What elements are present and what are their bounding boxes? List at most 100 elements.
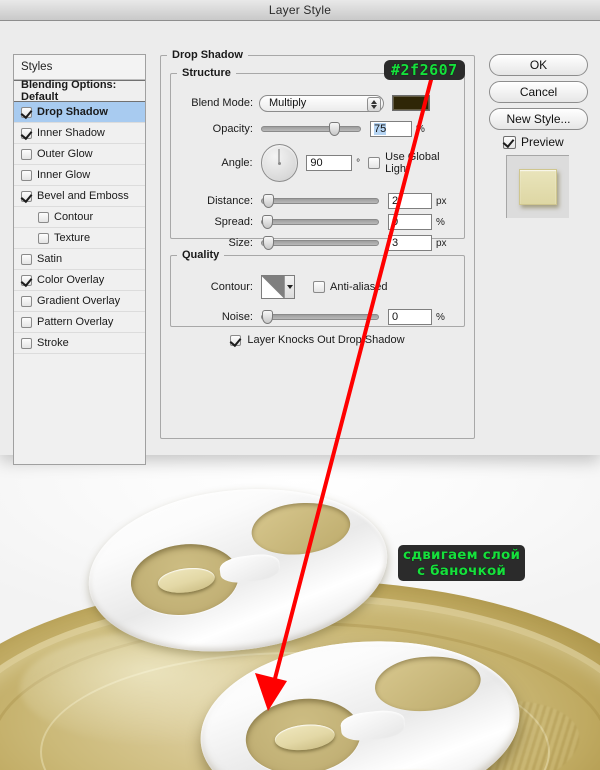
use-global-light-row[interactable]: Use Global Light xyxy=(368,151,466,175)
styles-item-checkbox[interactable] xyxy=(21,106,32,118)
size-slider-knob[interactable] xyxy=(263,236,275,250)
use-global-light-checkbox[interactable] xyxy=(368,157,381,169)
contour-preset-picker[interactable] xyxy=(261,275,295,299)
layer-knocks-out-row[interactable]: Layer Knocks Out Drop Shadow xyxy=(170,334,465,346)
styles-item-checkbox[interactable] xyxy=(38,232,49,244)
spread-slider[interactable] xyxy=(261,215,379,229)
styles-item-checkbox[interactable] xyxy=(21,169,32,181)
distance-slider[interactable] xyxy=(261,194,379,208)
ok-button[interactable]: OK xyxy=(489,54,588,76)
contour-curve-preview xyxy=(262,276,284,298)
styles-item-color-overlay[interactable]: Color Overlay xyxy=(14,270,145,291)
styles-item-checkbox[interactable] xyxy=(21,253,32,265)
use-global-light-label: Use Global Light xyxy=(385,151,440,175)
drop-shadow-settings-panel: Drop Shadow Structure Blend Mode: Multip… xyxy=(160,49,475,465)
structure-group-label: Structure xyxy=(182,67,231,79)
layer-knocks-out-checkbox[interactable] xyxy=(230,334,242,346)
preview-toggle-row[interactable]: Preview xyxy=(503,135,589,149)
layer-style-dialog: Layer Style Styles Blending Options: Def… xyxy=(0,0,600,465)
caption-line-1: сдвигаем слой xyxy=(403,547,521,563)
photo-area xyxy=(0,452,600,770)
styles-item-drop-shadow[interactable]: Drop Shadow xyxy=(14,102,145,123)
styles-item-checkbox[interactable] xyxy=(21,190,32,202)
styles-item-label: Pattern Overlay xyxy=(37,316,114,328)
new-style-button[interactable]: New Style... xyxy=(489,108,588,130)
layer-knocks-out-label: Layer Knocks Out Drop Shadow xyxy=(247,334,405,346)
opacity-slider[interactable] xyxy=(261,122,361,136)
styles-list-panel: Styles Blending Options: Default Drop Sh… xyxy=(13,54,146,465)
styles-item-checkbox[interactable] xyxy=(21,316,32,328)
size-slider[interactable] xyxy=(261,236,379,250)
noise-slider-knob[interactable] xyxy=(262,310,273,324)
styles-panel-header: Styles xyxy=(14,55,145,80)
styles-item-checkbox[interactable] xyxy=(21,295,32,307)
anti-aliased-checkbox[interactable] xyxy=(313,281,325,293)
angle-unit: ° xyxy=(356,157,361,169)
angle-input[interactable]: 90 xyxy=(306,155,353,171)
contour-label: Contour: xyxy=(210,281,253,293)
blending-options-row[interactable]: Blending Options: Default xyxy=(14,79,145,103)
angle-dial-hub xyxy=(277,161,281,165)
styles-item-checkbox[interactable] xyxy=(38,211,49,223)
cancel-button[interactable]: Cancel xyxy=(489,81,588,103)
styles-item-label: Satin xyxy=(37,253,63,265)
styles-item-checkbox[interactable] xyxy=(21,127,32,139)
angle-label: Angle: xyxy=(221,157,253,169)
style-preview-thumbnail xyxy=(506,155,569,218)
hex-badge-text: #2f2607 xyxy=(391,61,458,79)
styles-item-checkbox[interactable] xyxy=(21,148,32,160)
preview-label: Preview xyxy=(521,135,564,149)
distance-input[interactable]: 2 xyxy=(388,193,432,209)
dialog-titlebar: Layer Style xyxy=(0,0,600,21)
styles-item-pattern-overlay[interactable]: Pattern Overlay xyxy=(14,312,145,333)
anti-aliased-label: Anti-aliased xyxy=(330,281,388,293)
noise-slider[interactable] xyxy=(261,310,379,324)
structure-group: Structure Blend Mode: Multiply Opacity: xyxy=(170,67,466,251)
preview-swatch-shape xyxy=(519,169,557,205)
photo-annotation-caption: сдвигаем слой с баночкой xyxy=(398,545,526,581)
styles-item-texture[interactable]: Texture xyxy=(14,228,145,249)
spread-slider-knob[interactable] xyxy=(262,215,273,229)
noise-input[interactable]: 0 xyxy=(388,309,432,325)
styles-item-checkbox[interactable] xyxy=(21,274,32,286)
styles-item-label: Inner Shadow xyxy=(37,127,105,139)
shadow-color-swatch[interactable] xyxy=(392,95,430,111)
opacity-slider-knob[interactable] xyxy=(328,122,340,136)
styles-item-gradient-overlay[interactable]: Gradient Overlay xyxy=(14,291,145,312)
styles-item-label: Stroke xyxy=(37,337,69,349)
styles-item-container: Drop Shadow Inner Shadow Outer Glow Inner G… xyxy=(14,102,145,354)
opacity-input[interactable]: 75 xyxy=(370,121,412,137)
styles-item-stroke[interactable]: Stroke xyxy=(14,333,145,354)
styles-item-bevel-and-emboss[interactable]: Bevel and Emboss xyxy=(14,186,145,207)
styles-item-label: Bevel and Emboss xyxy=(37,190,129,202)
styles-item-inner-shadow[interactable]: Inner Shadow xyxy=(14,123,145,144)
dialog-buttons-panel: OK Cancel New Style... Preview xyxy=(489,54,589,218)
preview-checkbox[interactable] xyxy=(503,135,516,149)
styles-item-satin[interactable]: Satin xyxy=(14,249,145,270)
quality-group: Quality Contour: Anti-aliased Noise: 0 % xyxy=(170,249,465,327)
spread-input[interactable]: 0 xyxy=(388,214,432,230)
spread-unit: % xyxy=(436,216,445,228)
styles-item-outer-glow[interactable]: Outer Glow xyxy=(14,144,145,165)
styles-item-contour[interactable]: Contour xyxy=(14,207,145,228)
styles-item-label: Drop Shadow xyxy=(37,106,108,118)
blend-mode-stepper-icon[interactable] xyxy=(367,96,381,112)
opacity-unit: % xyxy=(416,123,425,135)
noise-label: Noise: xyxy=(221,311,253,323)
styles-item-label: Outer Glow xyxy=(37,148,93,160)
blend-mode-label: Blend Mode: xyxy=(191,97,253,109)
angle-dial[interactable] xyxy=(260,144,299,182)
distance-label: Distance: xyxy=(207,195,253,207)
styles-item-inner-glow[interactable]: Inner Glow xyxy=(14,165,145,186)
styles-item-label: Texture xyxy=(54,232,91,244)
contour-dropdown-arrow-icon[interactable] xyxy=(284,276,294,298)
anti-aliased-row[interactable]: Anti-aliased xyxy=(313,281,387,293)
blend-mode-select[interactable]: Multiply xyxy=(259,94,384,112)
distance-slider-knob[interactable] xyxy=(263,194,275,208)
spread-label: Spread: xyxy=(214,216,253,228)
drop-shadow-group-label: Drop Shadow xyxy=(172,49,243,61)
size-unit: px xyxy=(436,237,447,249)
noise-unit: % xyxy=(436,311,445,323)
styles-item-checkbox[interactable] xyxy=(21,337,32,349)
distance-unit: px xyxy=(436,195,447,207)
